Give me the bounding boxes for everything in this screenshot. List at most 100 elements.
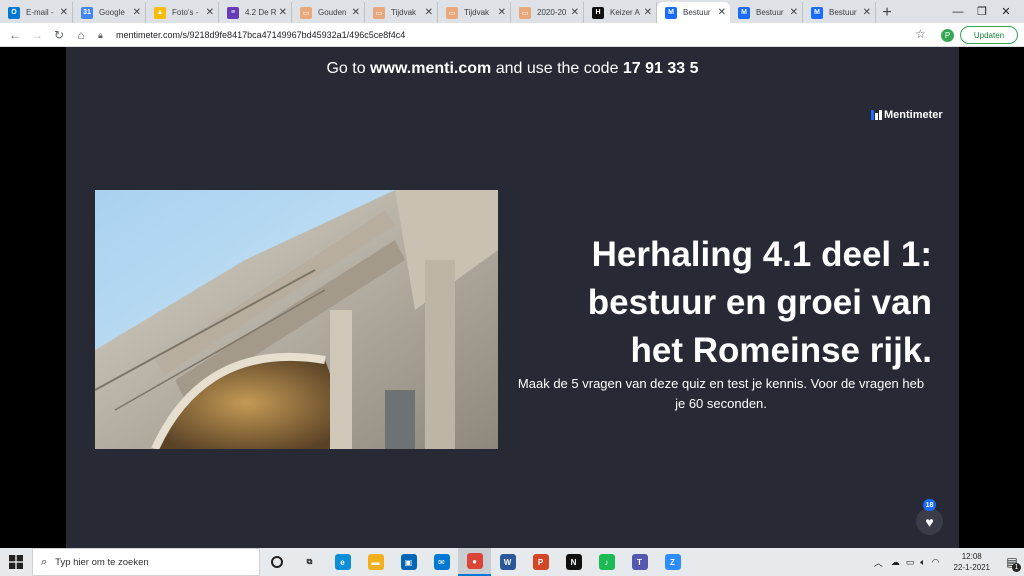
taskbar-search-input[interactable]: ⌕ Typ hier om te zoeken xyxy=(32,548,260,576)
notification-count: 1 xyxy=(1012,563,1021,572)
store-icon[interactable]: ▣ xyxy=(392,548,425,576)
chevron-up-icon[interactable]: ︿ xyxy=(874,556,883,569)
close-tab-icon[interactable]: ✕ xyxy=(425,7,433,18)
mentimeter-icon: M xyxy=(811,6,823,19)
browser-tab[interactable]: M Bestuur ✕ xyxy=(657,2,730,23)
heart-icon: ♥ xyxy=(925,513,934,530)
clock[interactable]: 12:08 22-1-2021 xyxy=(954,551,990,573)
tab-title: Keizer A xyxy=(610,8,640,17)
profile-avatar[interactable]: P xyxy=(941,29,954,42)
join-site[interactable]: www.menti.com xyxy=(370,60,491,77)
close-window-icon[interactable]: ✕ xyxy=(984,0,1024,23)
close-tab-icon[interactable]: ✕ xyxy=(60,7,68,18)
join-code: 17 91 33 5 xyxy=(622,60,699,77)
title-line: bestuur en groei van xyxy=(587,283,932,322)
spotify-icon[interactable]: ♪ xyxy=(590,548,623,576)
browser-tab[interactable]: O E-mail - ✕ xyxy=(0,2,73,23)
task-view-icon[interactable]: ⧉ xyxy=(293,548,326,576)
mentimeter-icon: M xyxy=(665,6,677,19)
browser-tab[interactable]: 31 Google ✕ xyxy=(73,2,146,23)
bookmark-star-icon[interactable]: ☆ xyxy=(915,27,926,41)
close-tab-icon[interactable]: ✕ xyxy=(206,7,214,18)
tab-title: Foto's - xyxy=(172,8,199,17)
teams-icon[interactable]: T xyxy=(623,548,656,576)
reload-icon[interactable]: ↻ xyxy=(48,24,70,46)
address-bar: ← → ↻ ⌂ 🔒︎ mentimeter.com/s/9218d9fe8417… xyxy=(0,23,1024,47)
browser-tab[interactable]: M Bestuur ✕ xyxy=(730,2,803,23)
tab-title: Bestuur xyxy=(756,8,784,17)
zoom-icon-glyph: Z xyxy=(664,554,681,570)
powerpoint-icon[interactable]: P xyxy=(524,548,557,576)
close-tab-icon[interactable]: ✕ xyxy=(571,7,579,18)
close-tab-icon[interactable]: ✕ xyxy=(133,7,141,18)
browser-tab[interactable]: ▭ Gouden ✕ xyxy=(292,2,365,23)
new-tab-button[interactable]: + xyxy=(876,2,898,23)
tab-title: Gouden xyxy=(318,8,347,17)
title-line: Herhaling 4.1 deel 1: xyxy=(591,235,932,274)
browser-tab[interactable]: ▭ 2020-20 ✕ xyxy=(511,2,584,23)
like-heart-button[interactable]: ♥ xyxy=(916,508,943,535)
windows-taskbar: ⌕ Typ hier om te zoeken ⧉ e ▬ ▣ ✉ ● W P N ♪ T Z ︿ ☁… xyxy=(0,548,1024,576)
join-middle: and use the code xyxy=(491,60,623,77)
browser-tab[interactable]: H Keizer A ✕ xyxy=(584,2,657,23)
close-tab-icon[interactable]: ✕ xyxy=(352,7,360,18)
document-icon: ▭ xyxy=(300,6,312,19)
join-instructions: Go to www.menti.com and use the code 17 … xyxy=(66,60,959,78)
battery-icon[interactable]: ▭ xyxy=(906,557,915,568)
browser-tab[interactable]: ▲ Foto's - ✕ xyxy=(146,2,219,23)
mail-icon[interactable]: ✉ xyxy=(425,548,458,576)
forward-icon[interactable]: → xyxy=(26,24,48,46)
cortana-icon[interactable] xyxy=(260,548,293,576)
notification-center-icon[interactable]: ▤ 1 xyxy=(1000,548,1024,576)
browser-tab[interactable]: ▭ Tijdvak ✕ xyxy=(438,2,511,23)
teams-icon-glyph: T xyxy=(631,554,648,570)
forms-icon: ≡ xyxy=(227,6,239,19)
task-view-icon-glyph: ⧉ xyxy=(306,557,313,566)
close-tab-icon[interactable]: ✕ xyxy=(863,7,871,18)
tab-title: E-mail - xyxy=(26,8,54,17)
edge-icon[interactable]: e xyxy=(326,548,359,576)
tab-title: Tijdvak xyxy=(464,8,490,17)
word-icon[interactable]: W xyxy=(491,548,524,576)
wifi-icon[interactable]: ◠ xyxy=(932,557,940,568)
clock-date: 22-1-2021 xyxy=(953,563,990,572)
close-tab-icon[interactable]: ✕ xyxy=(498,7,506,18)
tab-title: Bestuur xyxy=(829,8,857,17)
page-content: Go to www.menti.com and use the code 17 … xyxy=(0,47,1024,548)
browser-tab[interactable]: ≡ 4.2 De R ✕ xyxy=(219,2,292,23)
close-tab-icon[interactable]: ✕ xyxy=(790,7,798,18)
store-icon-glyph: ▣ xyxy=(400,554,417,570)
back-icon[interactable]: ← xyxy=(4,24,26,46)
tab-title: Bestuur xyxy=(683,8,711,17)
close-tab-icon[interactable]: ✕ xyxy=(279,7,287,18)
word-icon-glyph: W xyxy=(499,554,516,570)
lock-icon: 🔒︎ xyxy=(98,29,103,40)
chrome-icon[interactable]: ● xyxy=(458,548,491,576)
mentimeter-logo: Mentimeter xyxy=(871,109,943,121)
file-explorer-icon[interactable]: ▬ xyxy=(359,548,392,576)
home-icon[interactable]: ⌂ xyxy=(70,24,92,46)
outlook-icon: O xyxy=(8,6,20,19)
tab-title: 2020-20 xyxy=(537,8,567,17)
search-placeholder: Typ hier om te zoeken xyxy=(55,556,149,568)
mentimeter-icon: M xyxy=(738,6,750,19)
slide-subtitle: Maak de 5 vragen van deze quiz en test j… xyxy=(517,376,925,411)
cloud-icon[interactable]: ☁ xyxy=(891,557,900,568)
google-drive-icon: ▲ xyxy=(154,6,166,19)
document-icon: ▭ xyxy=(519,6,531,19)
slide-title: Herhaling 4.1 deel 1: bestuur en groei v… xyxy=(496,231,932,375)
tab-strip: O E-mail - ✕ 31 Google ✕ ▲ Foto's - ✕ ≡ 4.2 De R ✕ ▭… xyxy=(0,0,1024,23)
close-tab-icon[interactable]: ✕ xyxy=(718,7,726,18)
update-button[interactable]: Updaten xyxy=(960,26,1018,44)
browser-tab[interactable]: M Bestuur ✕ xyxy=(803,2,876,23)
likes-count-badge: 18 xyxy=(923,499,936,511)
zoom-icon[interactable]: Z xyxy=(656,548,689,576)
url-input[interactable]: 🔒︎ mentimeter.com/s/9218d9fe8417bca47149… xyxy=(92,25,932,45)
volume-icon[interactable]: 🔈︎ xyxy=(920,557,925,568)
windows-start-icon[interactable] xyxy=(0,548,32,576)
netflix-icon[interactable]: N xyxy=(557,548,590,576)
close-tab-icon[interactable]: ✕ xyxy=(644,7,652,18)
mail-icon-glyph: ✉ xyxy=(433,554,450,570)
url-text: mentimeter.com/s/9218d9fe8417bca47149967… xyxy=(116,30,406,40)
browser-tab[interactable]: ▭ Tijdvak ✕ xyxy=(365,2,438,23)
